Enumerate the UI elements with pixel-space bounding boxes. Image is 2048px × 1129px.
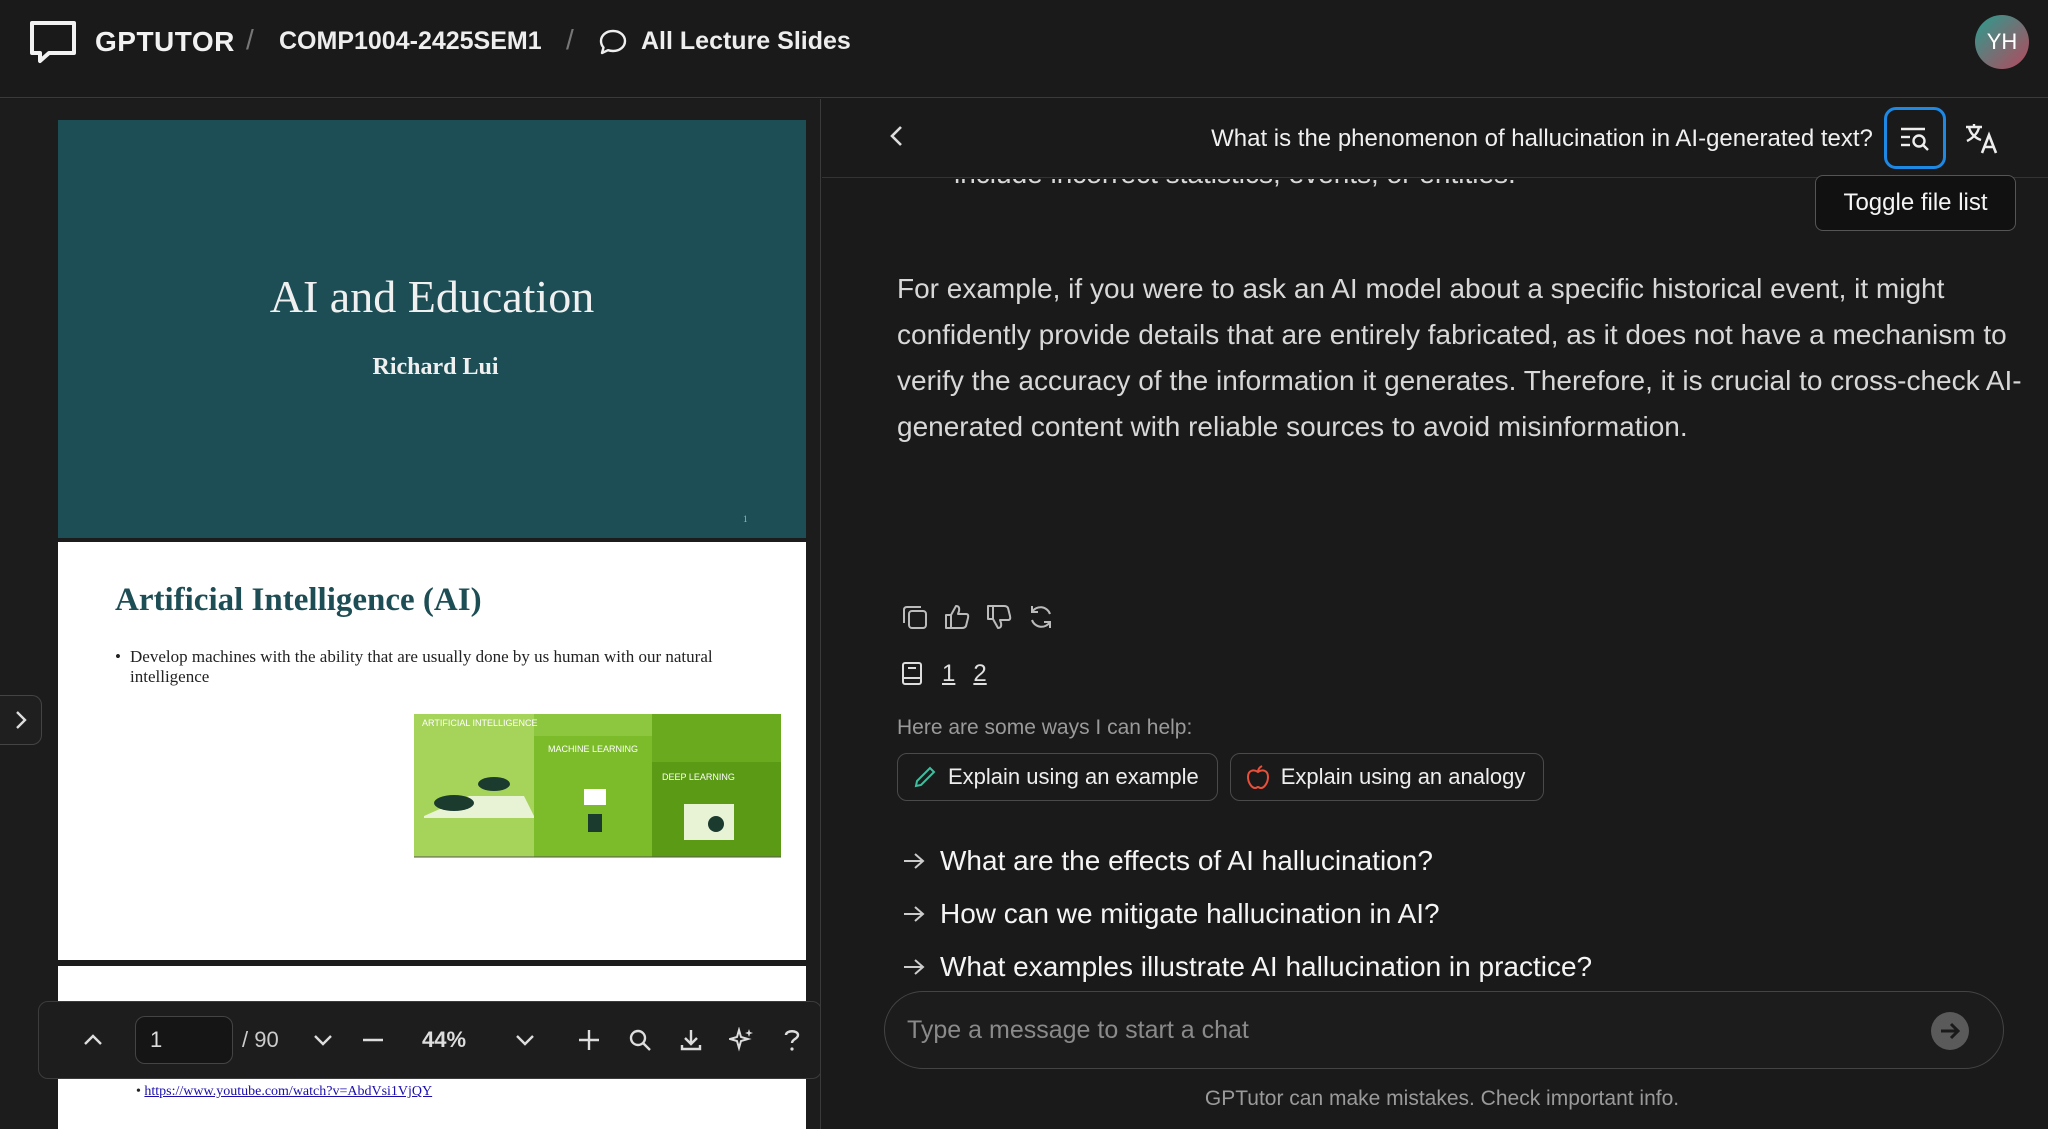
graphic-label-dl: DEEP LEARNING	[662, 772, 735, 782]
regenerate-icon[interactable]	[1026, 602, 1056, 632]
source-references: 1 2	[900, 660, 987, 688]
brand-name[interactable]: GPTUTOR	[95, 26, 235, 58]
disclaimer: GPTutor can make mistakes. Check importa…	[1204, 1087, 1680, 1110]
reference-link[interactable]: 1	[942, 660, 955, 688]
help-chips: Explain using an example Explain using a…	[897, 753, 1545, 801]
zoom-dropdown-button[interactable]	[505, 1020, 545, 1060]
book-icon	[902, 662, 922, 685]
graphic-label-ml: MACHINE LEARNING	[548, 744, 638, 754]
chat-input-box	[884, 991, 2004, 1069]
thumbs-down-icon[interactable]	[984, 602, 1014, 632]
chat-header: What is the phenomenon of hallucination …	[822, 99, 2048, 178]
graphic-label-ai: ARTIFICIAL INTELLIGENCE	[422, 718, 538, 728]
pdf-pages[interactable]: AI and Education Richard Lui 1 Artificia…	[58, 120, 806, 1129]
chat-input[interactable]	[907, 1010, 1887, 1050]
explain-example-button[interactable]: Explain using an example	[897, 753, 1218, 801]
message-actions	[900, 602, 1056, 632]
slide-title: AI and Education	[269, 271, 595, 322]
send-arrow-icon	[1941, 1022, 1961, 1040]
reference-link[interactable]: 2	[973, 660, 986, 688]
slide-page-2: Artificial Intelligence (AI) • Develop ma…	[58, 542, 806, 960]
thumbs-up-icon[interactable]	[942, 602, 972, 632]
ai-ml-dl-graphic: ARTIFICIAL INTELLIGENCE MACHINE LEARNING…	[414, 714, 781, 858]
download-icon	[680, 1030, 702, 1051]
message-partial-line: include incorrect statistics, events, or…	[954, 179, 1516, 197]
chat-panel: What is the phenomenon of hallucination …	[822, 99, 2048, 1129]
breadcrumb-section[interactable]: All Lecture Slides	[641, 27, 851, 56]
suggested-question[interactable]: What are the effects of AI hallucination…	[902, 845, 1433, 877]
minus-icon	[363, 1038, 383, 1042]
apple-icon	[1246, 765, 1269, 790]
chat-title: What is the phenomenon of hallucination …	[1211, 125, 1873, 152]
arrow-right-icon	[904, 853, 925, 869]
slide-heading: Artificial Intelligence (AI)	[115, 582, 482, 618]
suggested-question[interactable]: What examples illustrate AI hallucinatio…	[902, 951, 1592, 983]
top-bar: GPTUTOR / COMP1004-2425SEM1 / All Lectur…	[0, 0, 2048, 98]
ai-sparkle-button[interactable]	[722, 1020, 762, 1060]
arrow-right-icon	[904, 906, 925, 922]
zoom-in-button[interactable]	[569, 1020, 609, 1060]
copy-icon[interactable]	[900, 602, 930, 632]
tooltip: Toggle file list	[1815, 175, 2016, 231]
sparkle-icon	[729, 1027, 753, 1052]
send-button[interactable]	[1931, 1012, 1969, 1050]
pdf-toolbar: / 90 44%	[38, 1001, 820, 1079]
breadcrumb-separator: /	[566, 24, 574, 55]
gptutor-logo-icon[interactable]	[27, 19, 79, 65]
slide-link-bullet: • https://www.youtube.com/watch?v=AbdVsi…	[136, 1084, 433, 1099]
suggested-question[interactable]: How can we mitigate hallucination in AI?	[902, 898, 1440, 930]
question-mark-icon	[784, 1030, 800, 1051]
zoom-out-button[interactable]	[353, 1020, 393, 1060]
pencil-icon	[914, 766, 936, 788]
chat-messages: include incorrect statistics, events, or…	[822, 179, 2048, 1079]
slide-youtube-link[interactable]: https://www.youtube.com/watch?v=AbdVsi1V…	[144, 1084, 432, 1099]
chevron-right-icon	[15, 711, 27, 729]
arrow-right-icon	[904, 959, 925, 975]
slide-author: Richard Lui	[372, 354, 499, 380]
user-avatar[interactable]: YH	[1975, 15, 2029, 69]
chevron-down-icon	[516, 1035, 534, 1046]
page-total: / 90	[242, 1027, 279, 1052]
toggle-file-list-button[interactable]	[1884, 107, 1946, 169]
slide-page-1: AI and Education Richard Lui 1	[58, 120, 806, 538]
page-number-input[interactable]	[135, 1016, 233, 1064]
chevron-up-icon	[84, 1034, 102, 1045]
message-paragraph: For example, if you were to ask an AI mo…	[897, 273, 2022, 442]
translate-icon[interactable]	[1962, 119, 2002, 159]
search-pdf-button[interactable]	[620, 1020, 660, 1060]
plus-icon	[579, 1030, 599, 1050]
slide-page-number: 1	[743, 514, 748, 524]
help-button[interactable]	[772, 1020, 812, 1060]
file-search-icon	[1901, 127, 1929, 151]
expand-sidebar-button[interactable]	[0, 695, 42, 745]
previous-page-button[interactable]	[73, 1020, 113, 1060]
slide-bullet: • Develop machines with the ability that …	[115, 647, 713, 686]
breadcrumb-separator: /	[246, 24, 254, 55]
chat-bubble-icon	[599, 29, 627, 55]
explain-analogy-button[interactable]: Explain using an analogy	[1229, 753, 1545, 801]
pdf-viewer-panel: AI and Education Richard Lui 1 Artificia…	[0, 99, 821, 1129]
download-button[interactable]	[671, 1020, 711, 1060]
chevron-down-icon	[314, 1035, 332, 1046]
next-page-button[interactable]	[303, 1020, 343, 1060]
search-icon	[629, 1029, 651, 1051]
zoom-level[interactable]: 44%	[422, 1027, 466, 1053]
help-text: Here are some ways I can help:	[897, 716, 1193, 739]
breadcrumb-course[interactable]: COMP1004-2425SEM1	[279, 27, 542, 56]
